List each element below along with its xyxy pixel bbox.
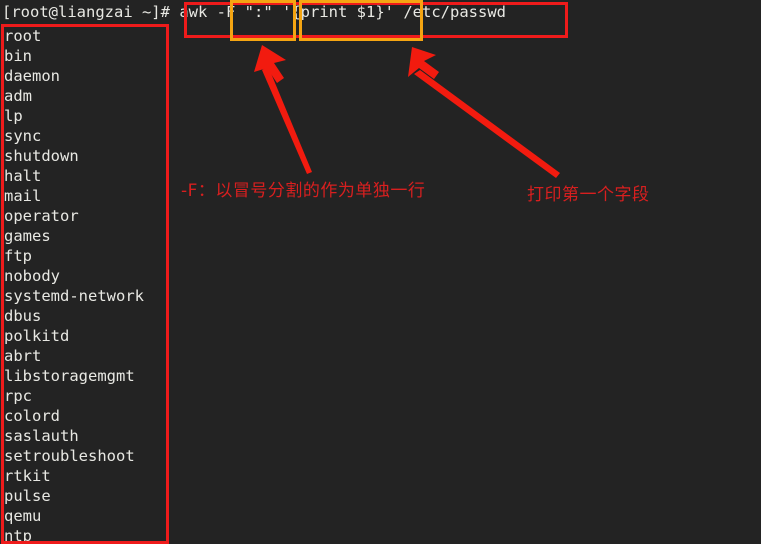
- output-line: games: [4, 227, 51, 245]
- command-spacer-2: [207, 3, 216, 21]
- command-field-separator-option: -F ":": [216, 3, 273, 21]
- output-line: libstoragemgmt: [4, 367, 135, 385]
- command-file-path: /etc/passwd: [403, 3, 506, 21]
- output-line: colord: [4, 407, 60, 425]
- output-line: root: [4, 27, 42, 45]
- print-field-note: 打印第一个字段: [527, 185, 650, 205]
- output-line: mail: [4, 187, 42, 205]
- output-line: shutdown: [4, 147, 79, 165]
- arrow-to-field-separator-icon: [254, 45, 312, 174]
- output-line: adm: [4, 87, 32, 105]
- terminal-screenshot: [root@liangzai ~]# awk -F ":" '{print $1…: [0, 0, 761, 544]
- command-spacer: [170, 3, 179, 21]
- output-line: systemd-network: [4, 287, 144, 305]
- command-program: awk: [179, 3, 208, 21]
- output-line: lp: [4, 107, 23, 125]
- field-separator-note: -F：以冒号分割的作为单独一行: [181, 181, 426, 201]
- output-line: sync: [4, 127, 42, 145]
- output-line: halt: [4, 167, 42, 185]
- output-line: dbus: [4, 307, 42, 325]
- output-line: setroubleshoot: [4, 447, 135, 465]
- shell-prompt: [root@liangzai ~]#: [2, 3, 170, 21]
- output-line: ntp: [4, 527, 32, 544]
- output-line: rpc: [4, 387, 32, 405]
- output-line: abrt: [4, 347, 42, 365]
- output-line: pulse: [4, 487, 51, 505]
- output-line: bin: [4, 47, 32, 65]
- output-line: rtkit: [4, 467, 51, 485]
- arrow-to-print-program-icon: [408, 47, 560, 178]
- output-line: ftp: [4, 247, 32, 265]
- command-awk-program: '{print $1}': [282, 3, 394, 21]
- output-line: operator: [4, 207, 79, 225]
- output-line: polkitd: [4, 327, 70, 345]
- command-line: [root@liangzai ~]# awk -F ":" '{print $1…: [2, 2, 506, 22]
- command-spacer-4: [394, 3, 403, 21]
- output-line: qemu: [4, 507, 42, 525]
- output-line: nobody: [4, 267, 60, 285]
- command-spacer-3: [273, 3, 282, 21]
- output-line: saslauth: [4, 427, 79, 445]
- command-output: root bin daemon adm lp sync shutdown halt mail op…: [4, 26, 144, 544]
- output-line: daemon: [4, 67, 60, 85]
